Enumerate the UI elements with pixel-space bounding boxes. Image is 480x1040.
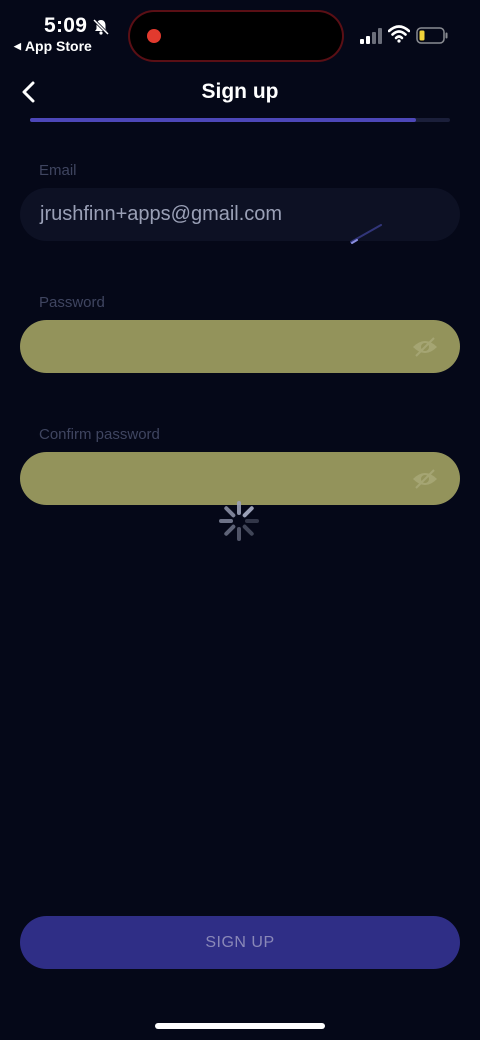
spinner-spoke: [242, 524, 254, 536]
email-value: jrushfinn+apps@gmail.com: [40, 203, 283, 225]
dynamic-island: [130, 12, 342, 60]
sign-up-button[interactable]: SIGN UP: [20, 916, 460, 969]
status-bar: 5:09 ◀ App Store: [0, 0, 480, 70]
eye-icon[interactable]: [412, 468, 438, 490]
confirm-password-label: Confirm password: [39, 426, 160, 443]
eye-icon[interactable]: [412, 336, 438, 358]
recording-indicator-icon: [147, 29, 161, 43]
battery-icon: [416, 27, 448, 44]
wifi-icon: [388, 25, 410, 43]
home-indicator[interactable]: [155, 1023, 325, 1029]
touch-streak-icon: [350, 224, 382, 244]
spinner-spoke: [242, 506, 254, 518]
back-to-app-store[interactable]: ◀ App Store: [14, 38, 92, 54]
signal-icon: [360, 28, 382, 44]
spinner-spoke: [224, 524, 236, 536]
status-time: 5:09: [44, 14, 88, 37]
page-title: Sign up: [201, 80, 279, 103]
back-triangle-icon: ◀: [14, 40, 21, 51]
password-field[interactable]: [20, 320, 460, 373]
back-app-label: App Store: [24, 38, 92, 54]
bell-muted-icon: [92, 18, 110, 36]
confirm-password-field[interactable]: [20, 452, 460, 505]
email-field[interactable]: jrushfinn+apps@gmail.com: [20, 188, 460, 241]
spinner-icon: [219, 501, 259, 541]
password-label: Password: [39, 294, 105, 311]
nav-bar: Sign up: [0, 70, 480, 116]
signup-progress-fill: [30, 118, 417, 122]
signup-progress-bar: [30, 118, 450, 122]
email-label: Email: [39, 162, 77, 179]
spinner-spoke: [224, 506, 236, 518]
